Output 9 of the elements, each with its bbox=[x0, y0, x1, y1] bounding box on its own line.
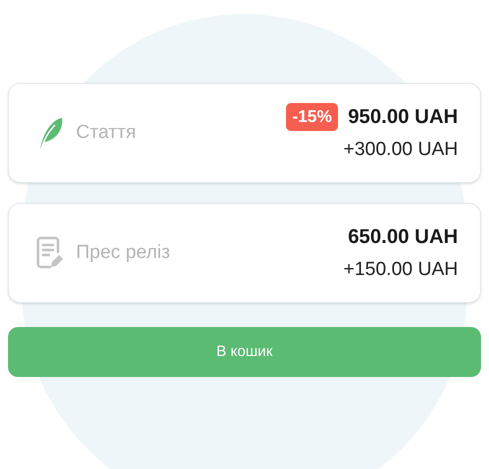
extra-price: +300.00 UAH bbox=[343, 138, 458, 162]
price: 950.00 UAH bbox=[348, 104, 458, 130]
option-card[interactable]: Прес реліз 650.00 UAH +150.00 UAH bbox=[8, 203, 481, 303]
option-card[interactable]: Стаття -15% 950.00 UAH +300.00 UAH bbox=[8, 83, 481, 183]
extra-price: +150.00 UAH bbox=[343, 258, 458, 282]
discount-badge: -15% bbox=[286, 103, 338, 130]
price: 650.00 UAH bbox=[348, 224, 458, 250]
option-label: Прес реліз bbox=[76, 240, 170, 265]
option-label: Стаття bbox=[76, 120, 136, 145]
